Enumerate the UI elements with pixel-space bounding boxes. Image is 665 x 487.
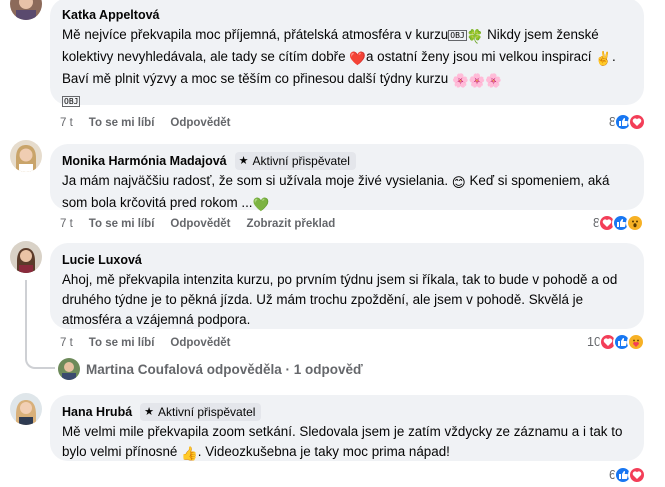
timestamp[interactable]: 7 t [60, 337, 73, 349]
unknown-glyph-icon: OBJ [448, 30, 467, 41]
reaction-summary[interactable]: 10 [587, 333, 645, 351]
like-button[interactable]: To se mi líbí [89, 337, 155, 349]
comment-actions: 7 t To se mi líbí Odpovědět [60, 335, 246, 351]
avatar [58, 358, 80, 380]
comment-text: Mě nejvíce překvapila moc příjemná, přát… [62, 27, 616, 107]
reaction-summary[interactable]: 6 [609, 466, 646, 484]
comment-text: Ja mám najväčšiu radosť, že som si užíva… [62, 171, 632, 215]
victory-hand-emoji: ✌️ [595, 51, 612, 66]
badge-label: Aktivní přispěvatel [252, 154, 350, 168]
comment-text: Ahoj, mě překvapila intenzita kurzu, po … [62, 272, 618, 327]
avatar[interactable] [10, 0, 42, 20]
view-replies-link[interactable]: Martina Coufalová odpověděla · 1 odpověď [58, 358, 363, 380]
comment-text: Mě velmi mile překvapila zoom setkání. S… [62, 422, 632, 464]
star-icon: ★ [144, 405, 155, 418]
author-name[interactable]: Lucie Luxová [62, 253, 142, 267]
comment-bubble: Katka Appeltová Mě nejvíce překvapila mo… [50, 0, 644, 107]
love-icon [627, 466, 646, 484]
thread-connector [25, 280, 55, 369]
timestamp[interactable]: 7 t [60, 218, 73, 230]
wow-icon [625, 214, 644, 232]
comment-actions: 7 t To se mi líbí Odpovědět Zobrazit pře… [60, 216, 351, 232]
author-name[interactable]: Monika Harmónia Madajová [62, 154, 227, 168]
translate-button[interactable]: Zobrazit překlad [246, 218, 335, 230]
thumbs-up-emoji: 👍 [181, 446, 198, 461]
avatar[interactable] [10, 140, 42, 172]
badge-label: Aktivní přispěvatel [158, 405, 256, 419]
unknown-glyph-icon: OBJ [62, 96, 81, 107]
care-icon [626, 333, 645, 351]
comment-bubble: Hana Hrubá ★ Aktivní přispěvatel Mě velmi… [50, 395, 644, 461]
green-heart-emoji: 💚 [252, 197, 270, 212]
comment-actions: 7 t To se mi líbí Odpovědět [60, 115, 246, 131]
comment-bubble: Monika Harmónia Madajová ★ Aktivní přispě… [50, 144, 644, 212]
smiling-face-emoji: 😊 [451, 175, 466, 190]
reaction-summary[interactable]: 8 [593, 214, 644, 232]
blossom-emoji: 🌸🌸🌸 [451, 73, 503, 88]
replies-label: Martina Coufalová odpověděla · 1 odpověď [86, 361, 363, 377]
contributor-badge[interactable]: ★ Aktivní přispěvatel [234, 152, 356, 170]
contributor-badge[interactable]: ★ Aktivní přispěvatel [140, 403, 262, 421]
reply-button[interactable]: Odpovědět [170, 117, 230, 129]
author-name[interactable]: Katka Appeltová [62, 8, 159, 22]
heart-emoji: ❤️ [349, 51, 366, 66]
reaction-summary[interactable]: 8 [609, 113, 646, 131]
reply-button[interactable]: Odpovědět [170, 337, 230, 349]
clover-emoji: 🍀 [466, 29, 484, 44]
comment-bubble: Lucie Luxová Ahoj, mě překvapila intenzi… [50, 243, 644, 329]
avatar[interactable] [10, 393, 42, 425]
love-icon [627, 113, 646, 131]
reply-button[interactable]: Odpovědět [170, 218, 230, 230]
like-button[interactable]: To se mi líbí [89, 218, 155, 230]
like-button[interactable]: To se mi líbí [89, 117, 155, 129]
star-icon: ★ [238, 154, 249, 167]
avatar[interactable] [10, 241, 42, 273]
timestamp[interactable]: 7 t [60, 117, 73, 129]
author-name[interactable]: Hana Hrubá [62, 405, 132, 419]
